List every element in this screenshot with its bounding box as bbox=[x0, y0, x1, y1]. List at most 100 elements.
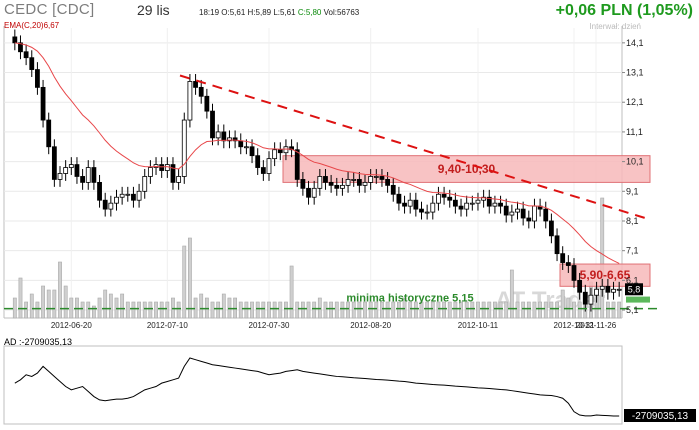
candle-body bbox=[12, 36, 18, 44]
volume-bar bbox=[509, 269, 514, 319]
volume-bar bbox=[182, 245, 187, 319]
candle-body bbox=[221, 131, 227, 142]
zone-label: 9,40-10,30 bbox=[438, 162, 496, 176]
volume-bar bbox=[272, 301, 277, 319]
price-chart[interactable]: AT Trader 9,40-10,305,90-6,65 minima his… bbox=[0, 0, 699, 430]
candle-body bbox=[594, 288, 599, 296]
candle-body bbox=[430, 202, 436, 213]
volume-bar bbox=[555, 301, 559, 319]
last-price-label: 5,8 bbox=[628, 284, 641, 294]
price-tick-label: 10,1 bbox=[626, 157, 644, 167]
candle-body bbox=[605, 285, 611, 293]
candle-body bbox=[543, 208, 549, 222]
candle-body bbox=[599, 285, 605, 290]
candle-body bbox=[238, 140, 244, 148]
volume-bar bbox=[103, 289, 108, 319]
ema-line bbox=[14, 42, 620, 264]
candle-body bbox=[334, 184, 340, 189]
candle-body bbox=[582, 291, 588, 305]
candle-body bbox=[413, 199, 419, 210]
candle-body bbox=[385, 179, 391, 186]
support-price-marker bbox=[626, 296, 650, 303]
volume-bar bbox=[58, 261, 62, 319]
volume-bar bbox=[199, 293, 204, 319]
volume-bar bbox=[340, 301, 345, 319]
candle-body bbox=[125, 193, 131, 196]
volume-bar bbox=[261, 301, 266, 319]
candle-body bbox=[68, 164, 74, 168]
candle-body bbox=[402, 202, 407, 207]
volume-bar bbox=[131, 301, 136, 319]
volume-bar bbox=[41, 285, 45, 319]
candle-body bbox=[193, 81, 198, 88]
candle-body bbox=[91, 167, 97, 183]
candle-body bbox=[119, 193, 125, 198]
volume-bar bbox=[532, 301, 537, 319]
volume-bar bbox=[323, 301, 328, 319]
volume-bar bbox=[329, 301, 334, 319]
candle-body bbox=[176, 176, 182, 183]
price-tick-label: 11,1 bbox=[626, 127, 643, 137]
date-tick-label: 2012-06-20 bbox=[51, 321, 92, 330]
volume-bar bbox=[300, 301, 305, 319]
candle-body bbox=[114, 196, 119, 204]
candle-body bbox=[469, 202, 475, 205]
candle-body bbox=[255, 155, 261, 168]
candle-body bbox=[210, 110, 215, 139]
candle-body bbox=[548, 220, 554, 237]
candle-body bbox=[340, 184, 345, 189]
volume-bar bbox=[577, 301, 582, 319]
candle-body bbox=[102, 199, 108, 210]
volume-bar bbox=[18, 277, 23, 319]
candle-body bbox=[356, 179, 362, 186]
candle-body bbox=[187, 81, 193, 121]
volume-bar bbox=[278, 301, 283, 319]
candle-body bbox=[294, 149, 300, 180]
volume-bar bbox=[306, 301, 311, 319]
volume-bar bbox=[481, 301, 486, 319]
candle-body bbox=[181, 119, 187, 177]
date-tick-label: 2012-07-10 bbox=[147, 321, 188, 330]
candle-body bbox=[108, 202, 114, 210]
candle-body bbox=[317, 176, 323, 189]
volume-bar bbox=[521, 301, 526, 319]
candle-body bbox=[571, 265, 577, 281]
candle-body bbox=[260, 167, 266, 174]
volume-bar bbox=[188, 237, 192, 319]
candle-body bbox=[131, 193, 136, 201]
price-tick-label: 13,1 bbox=[626, 68, 644, 78]
candle-body bbox=[373, 176, 379, 178]
date-tick-label: 2012-11-26 bbox=[576, 321, 617, 330]
volume-bar bbox=[487, 301, 492, 319]
candle-body bbox=[40, 86, 46, 121]
candle-body bbox=[272, 149, 278, 160]
candle-body bbox=[57, 173, 63, 180]
ema-polyline bbox=[14, 42, 620, 264]
candle-body bbox=[351, 179, 357, 181]
date-tick-label: 2012-07-30 bbox=[249, 321, 290, 330]
volume-bar bbox=[238, 301, 243, 319]
candle-body bbox=[503, 205, 509, 216]
candle-body bbox=[475, 199, 481, 204]
volume-bar bbox=[165, 301, 170, 319]
price-tick-label: 14,1 bbox=[626, 38, 644, 48]
candle-body bbox=[300, 179, 306, 189]
candle-body bbox=[243, 146, 249, 149]
volume-bar bbox=[515, 301, 520, 319]
candle-body bbox=[526, 217, 532, 222]
candle-body bbox=[51, 146, 57, 180]
candle-body bbox=[565, 262, 571, 266]
candle-body bbox=[520, 208, 526, 219]
volume-bar bbox=[210, 301, 215, 319]
candle-body bbox=[424, 211, 430, 214]
volume-bar bbox=[493, 301, 497, 319]
candle-body bbox=[46, 119, 52, 148]
volume-bar bbox=[108, 293, 113, 319]
price-tick-label: 7,1 bbox=[626, 246, 639, 256]
candle-body bbox=[441, 193, 447, 198]
candle-body bbox=[554, 235, 560, 255]
candle-body bbox=[29, 57, 35, 70]
candle-body bbox=[436, 193, 441, 204]
ad-frame bbox=[3, 345, 623, 425]
candle-body bbox=[447, 196, 453, 201]
